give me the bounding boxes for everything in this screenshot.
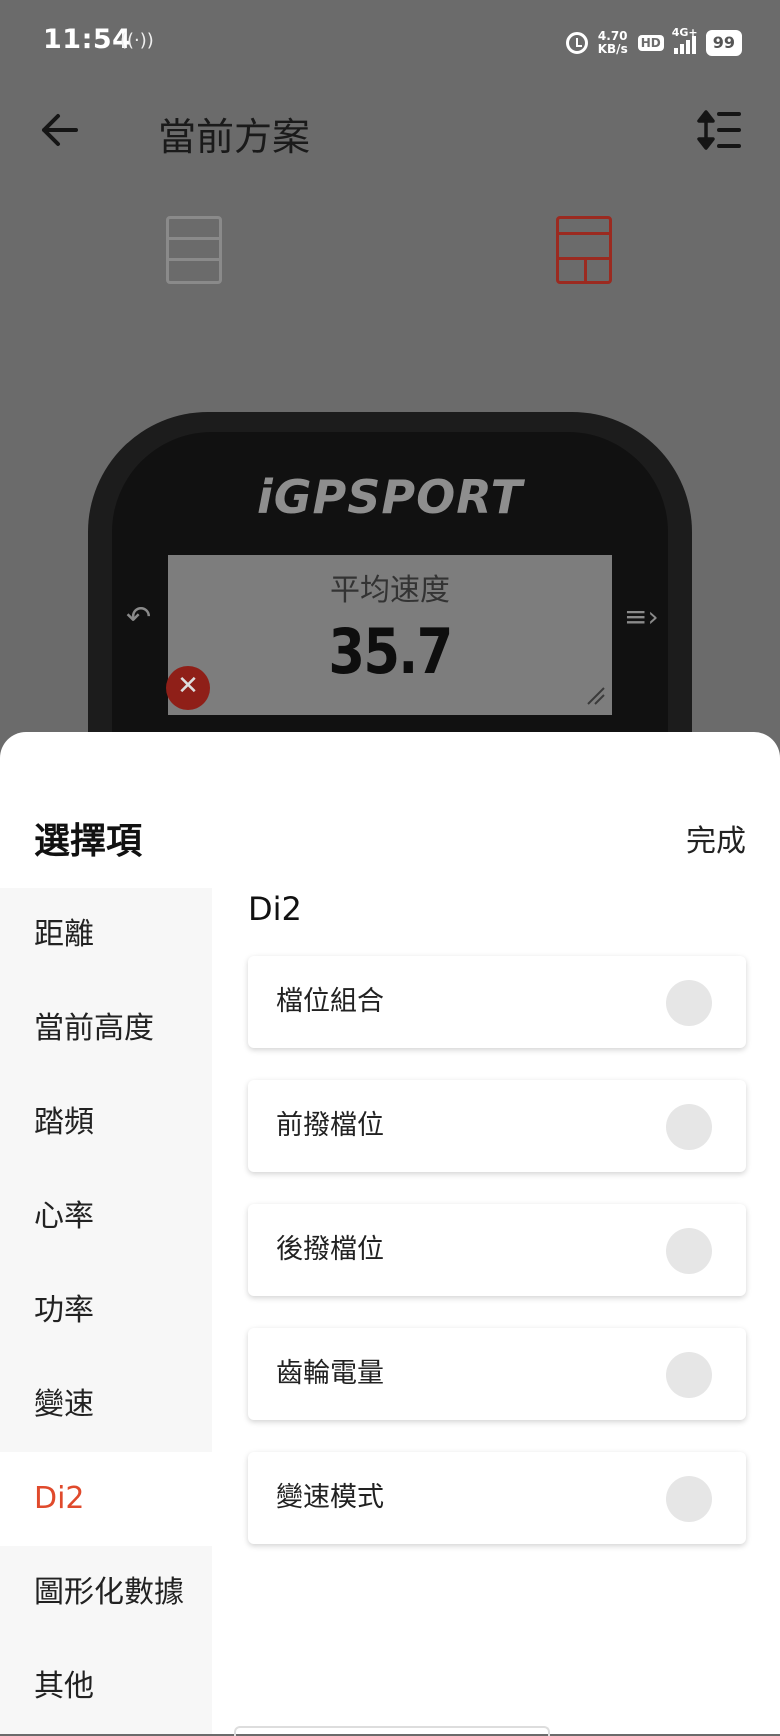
nfc-icon: ((·)) bbox=[120, 30, 154, 51]
network-speed-value: 4.70 bbox=[597, 29, 628, 43]
tab-three-row-layout[interactable] bbox=[166, 216, 222, 284]
metric-label: 平均速度 bbox=[330, 573, 450, 608]
tab-split-layout[interactable] bbox=[556, 216, 612, 284]
category-list: 距離 當前高度 踏頻 心率 功率 變速 Di2 圖形化數據 其他 bbox=[0, 888, 212, 1734]
device-back-icon: ↶ bbox=[126, 600, 152, 635]
option-label: 變速模式 bbox=[276, 1482, 384, 1513]
layout-divider bbox=[169, 237, 219, 240]
sheet-title: 選擇項 bbox=[34, 821, 143, 862]
layout-divider bbox=[559, 232, 609, 235]
layout-divider bbox=[169, 258, 219, 261]
hd-badge: HD bbox=[637, 35, 664, 51]
device-page-icon: ≡› bbox=[624, 600, 659, 633]
status-icons: 4.70 KB/s HD 4G+ 99 bbox=[565, 26, 742, 60]
option-gear-battery[interactable]: 齒輪電量 bbox=[248, 1328, 746, 1420]
category-item-distance[interactable]: 距離 bbox=[0, 888, 212, 982]
done-button[interactable]: 完成 bbox=[686, 816, 746, 860]
signal-icon: 4G+ bbox=[672, 26, 698, 54]
sort-icon[interactable] bbox=[696, 108, 742, 152]
option-toggle[interactable] bbox=[666, 1104, 712, 1150]
category-item-di2[interactable]: Di2 bbox=[0, 1452, 212, 1546]
network-type: 4G+ bbox=[671, 26, 698, 39]
home-indicator bbox=[234, 1726, 550, 1736]
option-label: 後撥檔位 bbox=[276, 1234, 384, 1265]
category-item-shifting[interactable]: 變速 bbox=[0, 1358, 212, 1452]
option-toggle[interactable] bbox=[666, 1228, 712, 1274]
category-item-heart-rate[interactable]: 心率 bbox=[0, 1170, 212, 1264]
metric-value: 35.7 bbox=[328, 615, 453, 688]
option-label: 檔位組合 bbox=[276, 986, 384, 1017]
arrow-left-icon[interactable] bbox=[40, 112, 80, 148]
option-label: 前撥檔位 bbox=[276, 1110, 384, 1141]
option-toggle[interactable] bbox=[666, 1352, 712, 1398]
option-rear-derailleur-gear[interactable]: 後撥檔位 bbox=[248, 1204, 746, 1296]
layout-divider bbox=[584, 260, 587, 281]
option-front-derailleur-gear[interactable]: 前撥檔位 bbox=[248, 1080, 746, 1172]
selection-sheet: 選擇項 完成 距離 當前高度 踏頻 心率 功率 變速 Di2 圖形化數據 其他 … bbox=[0, 732, 780, 1734]
device-data-field[interactable]: 平均速度 35.7 bbox=[168, 555, 612, 715]
category-item-altitude[interactable]: 當前高度 bbox=[0, 982, 212, 1076]
device-brand-logo: iGPSPORT bbox=[257, 470, 523, 524]
option-gear-combination[interactable]: 檔位組合 bbox=[248, 956, 746, 1048]
status-bar: 11:54 ((·)) 4.70 KB/s HD 4G+ 99 bbox=[0, 0, 780, 86]
option-toggle[interactable] bbox=[666, 1476, 712, 1522]
resize-handle-icon[interactable] bbox=[584, 684, 606, 706]
option-label: 齒輪電量 bbox=[276, 1358, 384, 1389]
category-item-power[interactable]: 功率 bbox=[0, 1264, 212, 1358]
category-item-graphical-data[interactable]: 圖形化數據 bbox=[0, 1546, 212, 1640]
network-speed-unit: KB/s bbox=[597, 42, 628, 56]
section-title: Di2 bbox=[248, 890, 302, 928]
option-toggle[interactable] bbox=[666, 980, 712, 1026]
remove-field-icon[interactable]: ✕ bbox=[166, 666, 210, 710]
option-shift-mode[interactable]: 變速模式 bbox=[248, 1452, 746, 1544]
category-item-other[interactable]: 其他 bbox=[0, 1640, 212, 1734]
alarm-icon bbox=[565, 32, 588, 54]
clock: 11:54 bbox=[43, 24, 132, 55]
battery-indicator: 99 bbox=[705, 30, 742, 56]
category-item-cadence[interactable]: 踏頻 bbox=[0, 1076, 212, 1170]
page-title: 當前方案 bbox=[158, 115, 311, 159]
network-speed: 4.70 KB/s bbox=[598, 30, 628, 56]
